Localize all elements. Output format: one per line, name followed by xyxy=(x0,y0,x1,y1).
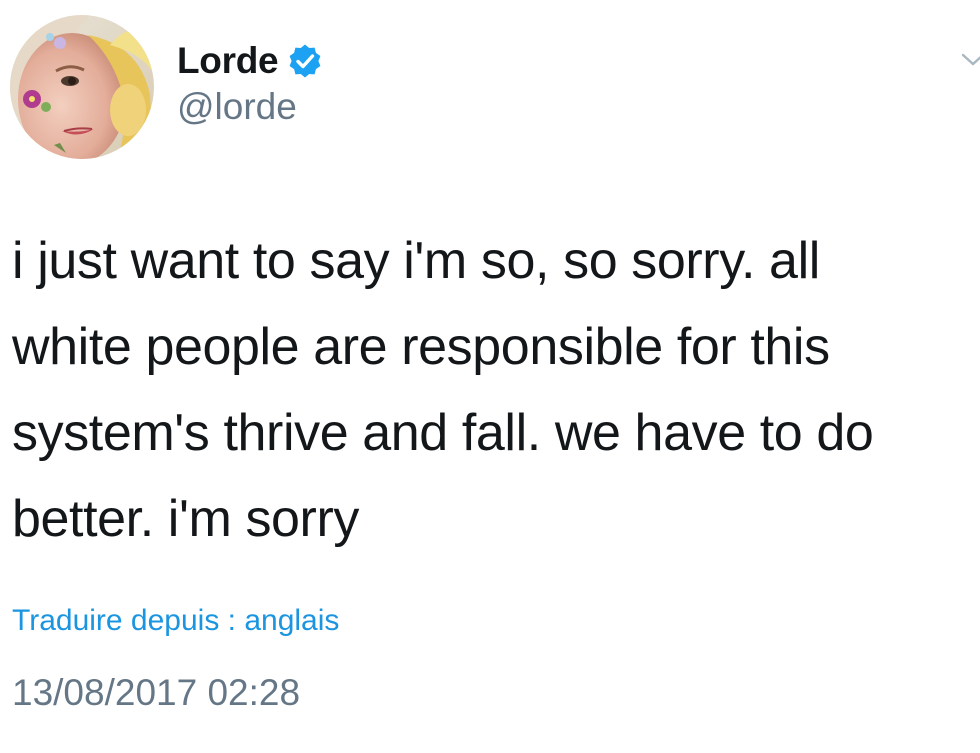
tweet-text-line: i just want to say i'm so, so sorry. all xyxy=(12,232,820,290)
tweet-text-line: system's thrive and fall. we have to do xyxy=(12,404,874,462)
handle[interactable]: @lorde xyxy=(177,86,323,128)
tweet-header: Lorde @lorde xyxy=(177,38,323,128)
tweet-text: i just want to say i'm so, so sorry. all… xyxy=(12,218,972,562)
timestamp[interactable]: 13/08/2017 02:28 xyxy=(12,672,300,714)
profile-photo xyxy=(10,15,154,159)
translate-link[interactable]: Traduire depuis : anglais xyxy=(12,604,339,638)
tweet-text-line: better. i'm sorry xyxy=(12,490,359,548)
tweet-card: Lorde @lorde i just want to say i'm so, … xyxy=(0,0,980,753)
chevron-down-icon[interactable] xyxy=(960,52,980,68)
display-name[interactable]: Lorde xyxy=(177,40,279,82)
verified-badge-icon xyxy=(287,43,323,79)
avatar[interactable] xyxy=(10,15,154,159)
tweet-text-line: white people are responsible for this xyxy=(12,318,830,376)
name-row: Lorde xyxy=(177,38,323,84)
